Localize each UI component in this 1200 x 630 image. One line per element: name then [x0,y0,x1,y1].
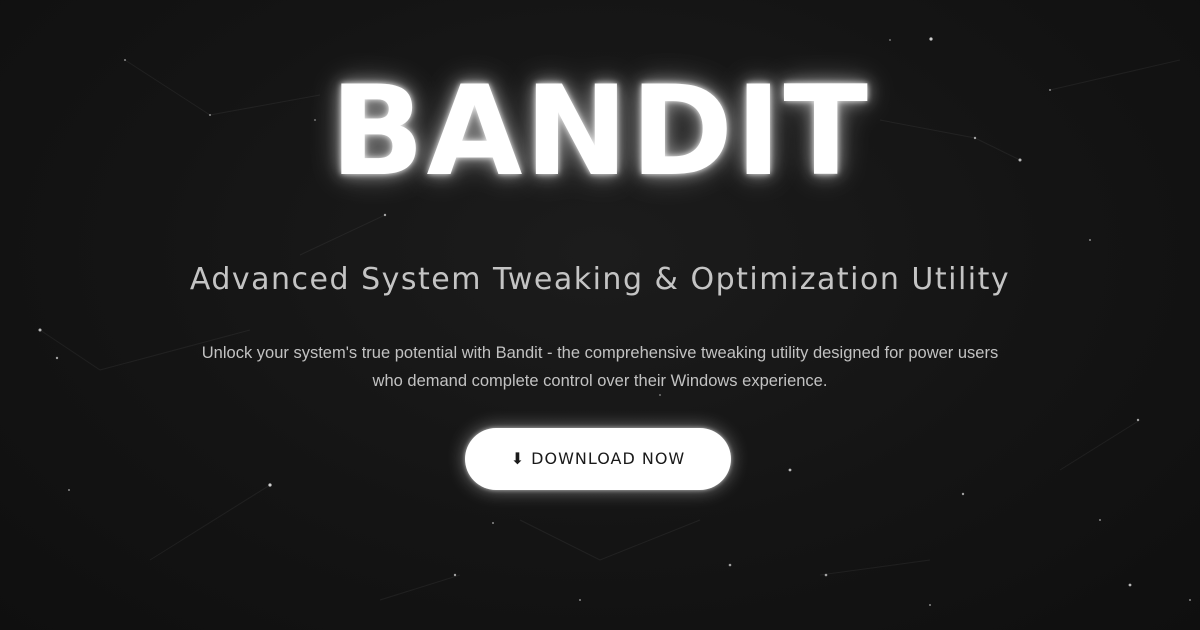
download-now-button[interactable]: ⬇ DOWNLOAD NOW [465,428,731,490]
landing-page: BANDIT Advanced System Tweaking & Optimi… [0,0,1200,630]
hero-tagline: Advanced System Tweaking & Optimization … [189,262,1011,297]
download-arrow-icon: ⬇ [510,449,525,468]
hero-section: BANDIT Advanced System Tweaking & Optimi… [0,0,1200,630]
download-button-label: DOWNLOAD NOW [531,449,686,468]
hero-description: Unlock your system's true potential with… [201,344,999,390]
brand-title: BANDIT [330,60,870,204]
